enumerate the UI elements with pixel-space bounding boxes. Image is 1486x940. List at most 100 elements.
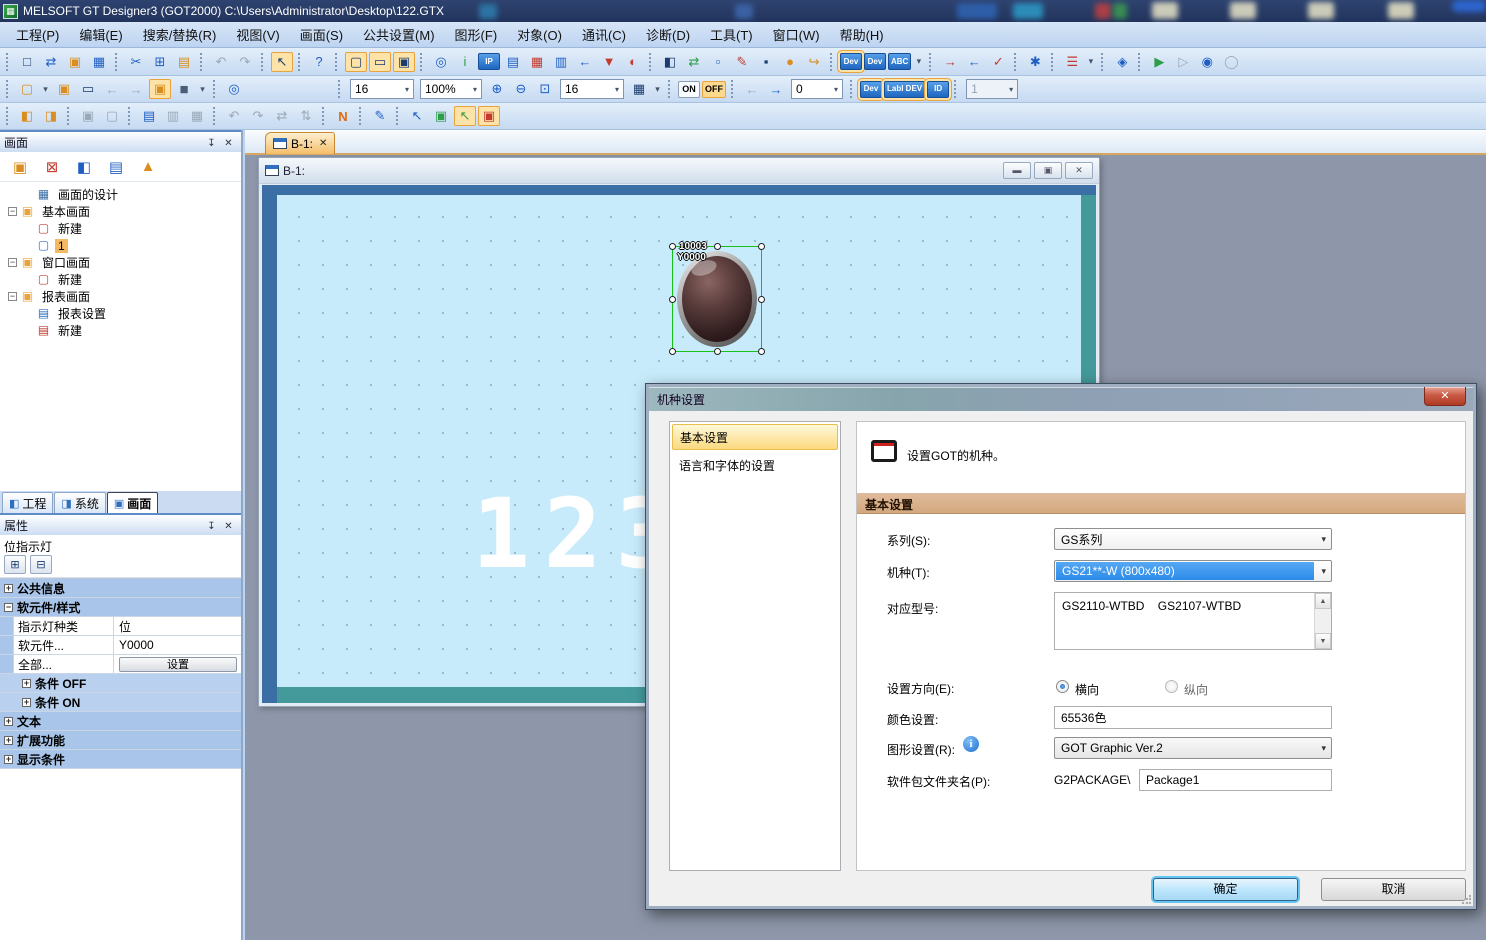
label-device-display-button[interactable]: Labl DEV xyxy=(884,81,925,98)
nav-item-basic-settings[interactable]: 基本设置 xyxy=(672,424,838,450)
grid-size-combo[interactable]: 16▾ xyxy=(350,79,414,99)
device-label-button[interactable]: Dev xyxy=(864,53,886,70)
overlap-window-button[interactable]: ◧ xyxy=(659,52,681,72)
dock-tab-project[interactable]: ◧ 工程 xyxy=(2,492,53,513)
restore-icon[interactable]: ▣ xyxy=(1034,162,1062,179)
toolbar-grip[interactable] xyxy=(1138,53,1143,71)
menu-project[interactable]: 工程(P) xyxy=(6,22,69,47)
compatible-models-list[interactable]: GS2110-WTBD GS2107-WTBD ▲ ▼ xyxy=(1054,592,1332,650)
comm-setting-button[interactable]: ✱ xyxy=(1024,52,1046,72)
copy-button[interactable]: ⊞ xyxy=(149,52,171,72)
capture-info-button[interactable]: ▦ xyxy=(186,106,208,126)
menu-common[interactable]: 公共设置(M) xyxy=(353,22,445,47)
snap-combo[interactable]: 16▾ xyxy=(560,79,624,99)
orientation-vertical-radio[interactable] xyxy=(1165,680,1178,693)
scrollbar[interactable]: ▲ ▼ xyxy=(1314,593,1331,649)
selection-handle[interactable] xyxy=(669,243,676,250)
send-to-back-button[interactable]: ◨ xyxy=(40,106,62,126)
verify-button[interactable]: ✓ xyxy=(987,52,1009,72)
menu-object[interactable]: 对象(O) xyxy=(507,22,572,47)
resize-grip[interactable] xyxy=(1461,895,1471,905)
screen-capture-button[interactable]: ▤ xyxy=(138,106,160,126)
screen-memo-tool-button[interactable]: ▤ xyxy=(103,155,129,179)
menu-edit[interactable]: 编辑(E) xyxy=(69,22,132,47)
screen-preview-tool-button[interactable]: ◧ xyxy=(71,155,97,179)
menu-search-replace[interactable]: 搜索/替换(R) xyxy=(133,22,227,47)
dock-tab-screen[interactable]: ▣ 画面 xyxy=(107,492,158,513)
toolbar-grip[interactable] xyxy=(6,80,11,98)
onscreen-keyboard-button[interactable]: ▦ xyxy=(628,79,650,99)
pin-icon[interactable]: ↧ xyxy=(203,135,220,150)
orientation-horizontal-radio[interactable] xyxy=(1056,680,1069,693)
selection-handle[interactable] xyxy=(669,296,676,303)
screen-warning-tool-button[interactable]: ▲ xyxy=(135,155,161,179)
prev-state-button[interactable]: ← xyxy=(741,79,763,99)
ethernet-button[interactable]: ● xyxy=(779,52,801,72)
state-on-button[interactable]: ON xyxy=(678,81,700,98)
preview-button[interactable]: ◎ xyxy=(223,79,245,99)
cut-button[interactable]: ✂ xyxy=(125,52,147,72)
tree-screen-design[interactable]: ▦画面的设计 xyxy=(0,186,241,203)
edit-vertices-button[interactable]: N xyxy=(332,106,354,126)
tree-base-new[interactable]: ▢新建 xyxy=(0,220,241,237)
screen-design-button[interactable]: ✎ xyxy=(731,52,753,72)
rotate-left-button[interactable]: ↶ xyxy=(223,106,245,126)
screen-editor-titlebar[interactable]: B-1: ▬ ▣ ✕ xyxy=(259,158,1099,184)
toolbar-grip[interactable] xyxy=(649,53,654,71)
dock-tab-system[interactable]: ◨ 系统 xyxy=(54,492,105,513)
simulator-update-button[interactable]: ▷ xyxy=(1172,52,1194,72)
minimize-icon[interactable]: ▬ xyxy=(1003,162,1031,179)
expander-icon[interactable]: + xyxy=(4,717,13,726)
simulator-start-button[interactable]: ▶ xyxy=(1148,52,1170,72)
text-list-button[interactable]: ABC xyxy=(888,53,911,70)
menu-communication[interactable]: 通讯(C) xyxy=(572,22,636,47)
tree-window-new[interactable]: ▢新建 xyxy=(0,271,241,288)
open-project-button[interactable]: ▣ xyxy=(64,52,86,72)
data-check-button[interactable]: ◈ xyxy=(1111,52,1133,72)
group-button[interactable]: ▣ xyxy=(77,106,99,126)
selection-handle[interactable] xyxy=(669,348,676,355)
toolbar-grip[interactable] xyxy=(6,53,11,71)
id-display-button[interactable]: ID xyxy=(927,81,949,98)
model-combo[interactable]: GS21**-W (800x480) ▾ xyxy=(1054,560,1332,582)
object-setting-button[interactable]: ✎ xyxy=(369,106,391,126)
property-condition-on[interactable]: +条件 ON xyxy=(0,693,241,712)
expander-icon[interactable]: − xyxy=(8,207,17,216)
select-arrow-green-button[interactable]: ↖ xyxy=(454,106,476,126)
flip-horizontal-button[interactable]: ⇄ xyxy=(271,106,293,126)
zoom-combo[interactable]: 100%▾ xyxy=(420,79,482,99)
close-icon[interactable]: ✕ xyxy=(1065,162,1093,179)
zoom-in-button[interactable]: ⊕ xyxy=(486,79,508,99)
flip-vertical-button[interactable]: ⇅ xyxy=(295,106,317,126)
state-off-button[interactable]: OFF xyxy=(702,81,726,98)
screen-call-button[interactable]: ⇄ xyxy=(683,52,705,72)
undo-button[interactable]: ↶ xyxy=(210,52,232,72)
set-button[interactable]: 设置 xyxy=(119,657,237,672)
toolbar-grip[interactable] xyxy=(338,80,343,98)
window-screen-button[interactable]: ▭ xyxy=(369,52,391,72)
device-list-button[interactable]: ▤ xyxy=(502,52,524,72)
paste-button[interactable]: ▤ xyxy=(173,52,195,72)
menu-diagnostics[interactable]: 诊断(D) xyxy=(636,22,700,47)
ok-button[interactable]: 确定 xyxy=(1153,878,1298,901)
open-screen-direct-button[interactable]: ▣ xyxy=(149,79,171,99)
tree-report-screen[interactable]: −▣报表画面 xyxy=(0,288,241,305)
expander-icon[interactable]: + xyxy=(22,679,31,688)
property-all-settings[interactable]: 全部...设置 xyxy=(0,655,241,674)
expander-icon[interactable]: − xyxy=(4,603,13,612)
fit-screen-button[interactable]: ⊡ xyxy=(534,79,556,99)
orientation-horizontal-label[interactable]: 横向 xyxy=(1075,681,1099,698)
comm-navi-button[interactable]: ↪ xyxy=(803,52,825,72)
toolbar-more-button[interactable]: ▾ xyxy=(913,52,924,72)
next-state-button[interactable]: → xyxy=(765,79,787,99)
property-lamp-type[interactable]: 指示灯种类位 xyxy=(0,617,241,636)
expander-icon[interactable]: + xyxy=(4,736,13,745)
toolbar-more2-button[interactable]: ▾ xyxy=(1085,52,1096,72)
device-display-button[interactable]: Dev xyxy=(860,81,882,98)
close-screen-button[interactable]: ▭ xyxy=(77,79,99,99)
property-condition-off[interactable]: +条件 OFF xyxy=(0,674,241,693)
data-list-button[interactable]: ▥ xyxy=(550,52,572,72)
dialog-titlebar[interactable]: 机种设置 xyxy=(649,387,1473,411)
zoom-out-button[interactable]: ⊖ xyxy=(510,79,532,99)
property-display-condition[interactable]: +显示条件 xyxy=(0,750,241,769)
